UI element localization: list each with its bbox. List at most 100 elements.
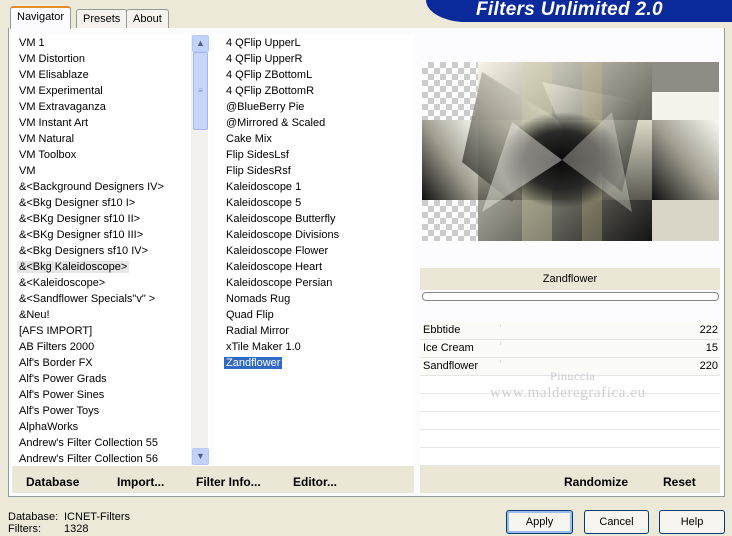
scroll-thumb[interactable]: ≡ bbox=[193, 52, 208, 130]
filter-item[interactable]: @BlueBerry Pie bbox=[224, 99, 410, 115]
category-item-label: [AFS IMPORT] bbox=[19, 325, 93, 337]
filter-item[interactable]: Flip SidesLsf bbox=[224, 147, 410, 163]
tab-navigator[interactable]: Navigator bbox=[10, 6, 72, 29]
filter-item-label: 4 QFlip UpperR bbox=[226, 53, 303, 65]
category-item-label: VM Extravaganza bbox=[19, 101, 106, 113]
filter-item[interactable]: Kaleidoscope Persian bbox=[224, 275, 410, 291]
category-item[interactable]: &<Bkg Designer sf10 I> bbox=[17, 195, 189, 211]
filter-item-label: Nomads Rug bbox=[226, 293, 291, 305]
category-item[interactable]: VM Elisablaze bbox=[17, 67, 189, 83]
parameter-label: Sandflower bbox=[423, 360, 479, 372]
reset-button[interactable]: Reset bbox=[663, 475, 696, 489]
randomize-button[interactable]: Randomize bbox=[564, 475, 628, 489]
category-item[interactable]: Alf's Power Grads bbox=[17, 371, 189, 387]
category-item[interactable]: &<Sandflower Specials"v" > bbox=[17, 291, 189, 307]
category-item[interactable]: &<BKg Designer sf10 III> bbox=[17, 227, 189, 243]
filter-item-label: Kaleidoscope Flower bbox=[226, 245, 329, 257]
editor-button[interactable]: Editor... bbox=[293, 475, 337, 489]
filter-item-label: Kaleidoscope Divisions bbox=[226, 229, 340, 241]
category-item-label: VM Toolbox bbox=[19, 149, 77, 161]
category-item[interactable]: Alf's Border FX bbox=[17, 355, 189, 371]
parameter-slider[interactable]: Ebbtide 222 bbox=[420, 322, 720, 340]
category-item[interactable]: &Neu! bbox=[17, 307, 189, 323]
watermark-line1: Pinuccia bbox=[550, 369, 596, 383]
filter-item[interactable]: Kaleidoscope Heart bbox=[224, 259, 410, 275]
category-item-label: VM Instant Art bbox=[19, 117, 89, 129]
import-button[interactable]: Import... bbox=[117, 475, 164, 489]
scroll-down-arrow-icon[interactable]: ▼ bbox=[192, 448, 209, 465]
filter-item-label: 4 QFlip ZBottomL bbox=[226, 69, 313, 81]
category-scrollbar[interactable]: ▲ ≡ ▼ bbox=[191, 35, 209, 465]
filter-item[interactable]: Radial Mirror bbox=[224, 323, 410, 339]
filter-item-label: xTile Maker 1.0 bbox=[226, 341, 301, 353]
slider-ticks bbox=[500, 324, 680, 327]
filter-item-label: Radial Mirror bbox=[226, 325, 289, 337]
filter-item-label: 4 QFlip UpperL bbox=[226, 37, 301, 49]
filter-item-label: 4 QFlip ZBottomR bbox=[226, 85, 315, 97]
filter-item[interactable]: Kaleidoscope Flower bbox=[224, 243, 410, 259]
filter-item[interactable]: Quad Flip bbox=[224, 307, 410, 323]
category-item[interactable]: VM 1 bbox=[17, 35, 189, 51]
filter-item[interactable]: xTile Maker 1.0 bbox=[224, 339, 410, 355]
category-item-label: VM Experimental bbox=[19, 85, 103, 97]
filter-item[interactable]: @Mirrored & Scaled bbox=[224, 115, 410, 131]
filter-info-button[interactable]: Filter Info... bbox=[196, 475, 261, 489]
category-item[interactable]: Andrew's Filter Collection 56 bbox=[17, 451, 189, 467]
filter-item-label: Kaleidoscope 1 bbox=[226, 181, 302, 193]
category-item[interactable]: AB Filters 2000 bbox=[17, 339, 189, 355]
category-item-label: &<Bkg Designer sf10 I> bbox=[19, 197, 136, 209]
apply-button[interactable]: Apply bbox=[506, 510, 573, 534]
filter-item[interactable]: 4 QFlip ZBottomR bbox=[224, 83, 410, 99]
filter-item[interactable]: Kaleidoscope 1 bbox=[224, 179, 410, 195]
filter-item[interactable]: Kaleidoscope Butterfly bbox=[224, 211, 410, 227]
filter-item[interactable]: 4 QFlip UpperR bbox=[224, 51, 410, 67]
category-item[interactable]: VM bbox=[17, 163, 189, 179]
category-item[interactable]: VM Toolbox bbox=[17, 147, 189, 163]
category-item[interactable]: VM Instant Art bbox=[17, 115, 189, 131]
parameter-label: Ebbtide bbox=[423, 324, 461, 336]
parameter-value: 220 bbox=[699, 360, 718, 372]
filter-item[interactable]: 4 QFlip ZBottomL bbox=[224, 67, 410, 83]
filter-item[interactable]: Cake Mix bbox=[224, 131, 410, 147]
category-item[interactable]: VM Natural bbox=[17, 131, 189, 147]
category-item-label: Alf's Power Grads bbox=[19, 373, 107, 385]
database-button[interactable]: Database bbox=[26, 475, 79, 489]
filter-item-label: Kaleidoscope Butterfly bbox=[226, 213, 336, 225]
filter-item[interactable]: Flip SidesRsf bbox=[224, 163, 410, 179]
parameter-slider[interactable]: Ice Cream 15 bbox=[420, 340, 720, 358]
cancel-button[interactable]: Cancel bbox=[584, 510, 649, 534]
filter-item[interactable]: Kaleidoscope 5 bbox=[224, 195, 410, 211]
category-list: VM 1 VM Distortion VM Elisablaze VM Experim… bbox=[17, 35, 189, 467]
param-slot-empty bbox=[420, 448, 720, 466]
category-item-label: Alf's Power Toys bbox=[19, 405, 100, 417]
category-item[interactable]: VM Distortion bbox=[17, 51, 189, 67]
filter-item-label: Kaleidoscope Heart bbox=[226, 261, 323, 273]
category-item-label: VM 1 bbox=[19, 37, 45, 49]
filter-item[interactable]: Nomads Rug bbox=[224, 291, 410, 307]
category-item-label: &<Sandflower Specials"v" > bbox=[19, 293, 156, 305]
category-item-label: VM bbox=[19, 165, 36, 177]
category-item[interactable]: &<Kaleidoscope> bbox=[17, 275, 189, 291]
category-item[interactable]: VM Extravaganza bbox=[17, 99, 189, 115]
preview-filter-name: Zandflower bbox=[420, 268, 720, 290]
category-item[interactable]: &<Bkg Kaleidoscope> bbox=[17, 259, 189, 275]
category-item[interactable]: Andrew's Filter Collection 55 bbox=[17, 435, 189, 451]
category-item[interactable]: Alf's Power Sines bbox=[17, 387, 189, 403]
filter-item[interactable]: 4 QFlip UpperL bbox=[224, 35, 410, 51]
category-item[interactable]: Alf's Power Toys bbox=[17, 403, 189, 419]
filter-item[interactable]: Zandflower bbox=[224, 355, 410, 371]
tab-presets[interactable]: Presets bbox=[76, 9, 128, 28]
category-item[interactable]: &<Bkg Designers sf10 IV> bbox=[17, 243, 189, 259]
help-button[interactable]: Help bbox=[659, 510, 725, 534]
tab-about[interactable]: About bbox=[126, 9, 169, 28]
scroll-up-arrow-icon[interactable]: ▲ bbox=[192, 35, 209, 52]
category-item[interactable]: [AFS IMPORT] bbox=[17, 323, 189, 339]
category-item[interactable]: VM Experimental bbox=[17, 83, 189, 99]
parameter-label: Ice Cream bbox=[423, 342, 474, 354]
slider-ticks bbox=[500, 342, 680, 345]
category-item-label: VM Elisablaze bbox=[19, 69, 89, 81]
category-item[interactable]: &<BKg Designer sf10 II> bbox=[17, 211, 189, 227]
category-item[interactable]: AlphaWorks bbox=[17, 419, 189, 435]
category-item[interactable]: &<Background Designers IV> bbox=[17, 179, 189, 195]
filter-item[interactable]: Kaleidoscope Divisions bbox=[224, 227, 410, 243]
